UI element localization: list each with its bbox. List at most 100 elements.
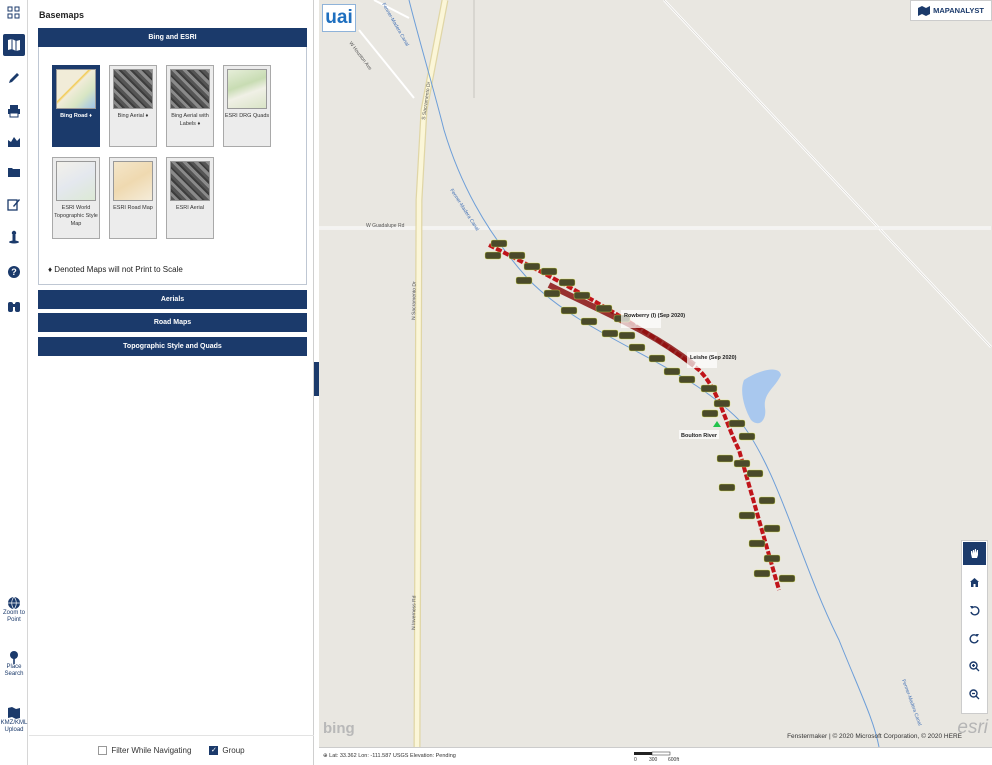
panel-footer: Filter While Navigating ✓ Group: [29, 735, 314, 765]
station-tag[interactable]: [543, 289, 561, 298]
canal-label: Fenner-Madera Canal: [380, 2, 410, 47]
zoom-in-icon[interactable]: [963, 655, 986, 678]
basemap-tile-label: Bing Road ♦: [60, 113, 92, 119]
station-tag[interactable]: [508, 251, 526, 260]
station-tag[interactable]: [748, 539, 766, 548]
basemap-thumbnail: [113, 69, 153, 109]
road-label: N Sacramento Dr: [411, 281, 418, 320]
group-bing-esri[interactable]: Bing and ESRI: [38, 28, 307, 47]
basemap-tile[interactable]: ESRI World Topographic Style Map: [52, 157, 100, 239]
road-label: W Houston Ave: [347, 41, 373, 72]
station-tag[interactable]: [758, 496, 776, 505]
station-tag[interactable]: [618, 331, 636, 340]
station-tag[interactable]: [628, 343, 646, 352]
binoculars-icon[interactable]: [3, 295, 25, 317]
help-icon[interactable]: ?: [3, 261, 25, 283]
place-search-button[interactable]: Place Search: [0, 650, 28, 678]
station-tag[interactable]: [540, 267, 558, 276]
station-tag[interactable]: [716, 454, 734, 463]
redo-icon[interactable]: [963, 627, 986, 650]
wellhead-marker-icon[interactable]: [713, 421, 721, 427]
folder-icon[interactable]: [3, 161, 25, 183]
checkbox-box[interactable]: ✓: [209, 746, 219, 755]
station-tag[interactable]: [733, 459, 751, 468]
station-tag[interactable]: [580, 317, 598, 326]
station-tag[interactable]: [753, 569, 771, 578]
mapanalyst-logo: MAPANALYST: [910, 0, 992, 21]
station-tag[interactable]: [595, 304, 613, 313]
station-tag[interactable]: [746, 469, 764, 478]
station-tag[interactable]: [763, 524, 781, 533]
station-tag[interactable]: [713, 399, 731, 408]
layers-list-icon[interactable]: [3, 2, 25, 24]
station-tag[interactable]: [573, 291, 591, 300]
station-tag[interactable]: [663, 367, 681, 376]
group-road-maps[interactable]: Road Maps: [38, 313, 307, 332]
map-view[interactable]: W Houston Ave S Sacramento Dr W Guadalup…: [319, 0, 992, 747]
print-icon[interactable]: [3, 100, 25, 122]
basemap-tile[interactable]: ESRI Aerial: [166, 157, 214, 239]
station-tag[interactable]: [484, 251, 502, 260]
station-tag[interactable]: [778, 574, 796, 583]
basemap-tile[interactable]: ESRI Road Map: [109, 157, 157, 239]
edit-icon[interactable]: [3, 193, 25, 215]
group-aerials[interactable]: Aerials: [38, 290, 307, 309]
basemap-thumbnail: [170, 161, 210, 201]
home-icon[interactable]: [963, 571, 986, 594]
station-tag[interactable]: [718, 483, 736, 492]
basemap-icon[interactable]: [3, 34, 25, 56]
basemap-tile[interactable]: ESRI DRG Quads: [223, 65, 271, 147]
station-tag[interactable]: [490, 239, 508, 248]
filter-while-navigating-checkbox[interactable]: Filter While Navigating: [98, 746, 191, 755]
basemap-tile[interactable]: Bing Aerial with Labels ♦: [166, 65, 214, 147]
mapanalyst-text: MAPANALYST: [933, 6, 984, 15]
station-tag[interactable]: [700, 384, 718, 393]
station-tag[interactable]: [738, 511, 756, 520]
place-search-label: Place Search: [4, 664, 24, 677]
basemap-tile[interactable]: Bing Aerial ♦: [109, 65, 157, 147]
canal-label: Fenner-Madera Canal: [900, 679, 922, 727]
station-tag[interactable]: [738, 432, 756, 441]
callout-label: Leishe (Sep 2020): [690, 355, 737, 361]
status-bar: ⊕ Lat: 33.362 Lon: -111.587 USGS Elevati…: [319, 747, 992, 765]
station-tag[interactable]: [648, 354, 666, 363]
basemap-tile-label: ESRI Aerial: [175, 205, 205, 211]
person-pin-icon[interactable]: [3, 226, 25, 248]
app-window: ? Zoom to Point Place Search KMZ/KML Upl…: [0, 0, 992, 765]
road-label: W Guadalupe Rd: [366, 223, 405, 229]
station-tag[interactable]: [763, 554, 781, 563]
bing-logo: bing: [323, 720, 355, 737]
map-pin-icon: [10, 651, 18, 664]
undo-icon[interactable]: [963, 599, 986, 622]
map-attribution: Fenstermaker | © 2020 Microsoft Corporat…: [787, 733, 962, 740]
basemap-tile[interactable]: Bing Road ♦: [52, 65, 100, 147]
pencil-icon[interactable]: [3, 67, 25, 89]
chart-icon[interactable]: [3, 130, 25, 152]
scale-label: 300: [649, 757, 658, 762]
station-tag[interactable]: [601, 329, 619, 338]
station-tag[interactable]: [560, 306, 578, 315]
group-checkbox[interactable]: ✓ Group: [209, 746, 245, 755]
group-topographic[interactable]: Topographic Style and Quads: [38, 337, 307, 356]
scale-label: 0: [634, 757, 637, 762]
checkbox-box[interactable]: [98, 746, 108, 755]
kmz-upload-button[interactable]: KMZ/KML Upload: [0, 706, 28, 734]
road-label: N Inverness Rd: [411, 595, 418, 630]
scale-bar: 0 300 600ft: [634, 751, 680, 762]
basemap-thumbnail: [113, 161, 153, 201]
station-tag[interactable]: [523, 262, 541, 271]
station-tag[interactable]: [728, 419, 746, 428]
map-canvas[interactable]: W Houston Ave S Sacramento Dr W Guadalup…: [319, 0, 992, 747]
callout-label: Rowberry (I) (Sep 2020): [624, 313, 685, 319]
station-tag[interactable]: [558, 278, 576, 287]
station-tag[interactable]: [515, 276, 533, 285]
pan-icon[interactable]: [963, 542, 986, 565]
station-tag[interactable]: [678, 375, 696, 384]
map-controls: [961, 540, 988, 714]
zoom-out-icon[interactable]: [963, 683, 986, 706]
zoom-to-point-button[interactable]: Zoom to Point: [0, 596, 28, 624]
scale-label: 600ft: [668, 757, 680, 762]
pipeline-route[interactable]: [488, 243, 781, 591]
station-tag[interactable]: [701, 409, 719, 418]
basemap-tile-label: Bing Aerial with Labels ♦: [171, 113, 209, 127]
